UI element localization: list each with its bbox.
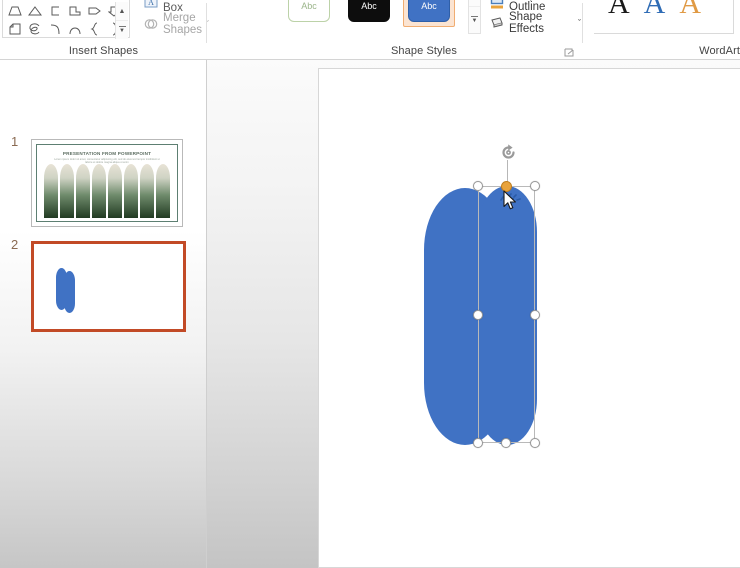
shape-style-thumb: Abc: [288, 0, 330, 22]
wordart-style-black[interactable]: A: [608, 0, 630, 19]
forest-arch: [76, 164, 90, 218]
arc-shape-icon[interactable]: [65, 21, 84, 38]
more-underline: [118, 26, 126, 27]
resize-handle-top-left[interactable]: [473, 181, 483, 191]
shape-effects-chevron-down-icon: ˇ: [578, 18, 581, 28]
text-box-button[interactable]: A Text Box: [140, 0, 207, 14]
more-caret-icon: ▼: [471, 17, 478, 24]
trapezoid-shape-icon[interactable]: [5, 3, 24, 20]
triangle-shape-icon[interactable]: [25, 3, 44, 20]
forest-arch: [124, 164, 138, 218]
shape-styles-gallery[interactable]: Abc Abc Abc: [283, 0, 465, 38]
merge-shapes-label: Merge Shapes: [163, 11, 203, 36]
shape-outline-icon: [489, 0, 505, 9]
slide-thumbnail-panel[interactable]: 1 PRESENTATION FROM POWERPOINT Lorem ips…: [0, 60, 207, 568]
forest-arch: [92, 164, 106, 218]
group-separator: [582, 3, 583, 43]
thumb-shape-right: [64, 271, 75, 313]
rotate-handle-icon[interactable]: [499, 143, 518, 162]
forest-arch: [60, 164, 74, 218]
svg-text:A: A: [148, 0, 154, 7]
scribble-shape-icon[interactable]: [25, 21, 44, 38]
shape-styles-scrollbar[interactable]: ▲ ▼: [468, 0, 481, 34]
slide-thumbnail-1[interactable]: PRESENTATION FROM POWERPOINT Lorem ipsum…: [31, 139, 183, 227]
resize-handle-top-right[interactable]: [530, 181, 540, 191]
rounded-pill-shape-right[interactable]: [477, 186, 537, 445]
shape-style-option-3-selected[interactable]: Abc: [403, 0, 455, 27]
resize-handle-middle-right[interactable]: [530, 310, 540, 320]
corner-bracket-shape-icon[interactable]: [45, 3, 64, 20]
ribbon-group-wordart: A A A WordArt: [584, 0, 740, 59]
ribbon-group-shape-styles: Abc Abc Abc ▲: [265, 0, 583, 59]
wordart-style-blue[interactable]: A: [644, 0, 666, 19]
slide-thumbnail-2-selected[interactable]: [31, 241, 186, 332]
resize-handle-bottom-center[interactable]: [501, 438, 511, 448]
forest-arch: [156, 164, 170, 218]
wordart-group-label: WordArt: [699, 45, 740, 57]
shape-effects-label: Shape Effects: [509, 11, 544, 35]
shapes-gallery[interactable]: ▲ ▼: [2, 0, 130, 39]
shape-styles-group-label: Shape Styles: [390, 45, 458, 57]
slide-number-1: 1: [11, 134, 19, 149]
shape-style-abc-label: Abc: [421, 1, 437, 11]
shape-adjustment-handle[interactable]: [501, 181, 512, 192]
shape-style-abc-label: Abc: [301, 1, 317, 11]
resize-handle-middle-left[interactable]: [473, 310, 483, 320]
shape-format-commands: Shape Outline ˇ Shape Effects ˇ: [487, 0, 583, 35]
slide-1-forest-image: [44, 164, 170, 218]
merge-shapes-button[interactable]: Merge Shapes ˇ: [140, 11, 212, 36]
folded-corner-shape-icon[interactable]: [5, 21, 24, 38]
resize-handle-bottom-right[interactable]: [530, 438, 540, 448]
shapes-gallery-more-button[interactable]: ▼: [116, 21, 128, 39]
wordart-gallery[interactable]: A A A: [594, 0, 734, 34]
text-box-icon: A: [143, 0, 159, 10]
shapes-gallery-row-1: [5, 2, 124, 20]
more-caret-icon: ▼: [119, 28, 125, 34]
group-separator: [206, 3, 207, 43]
shape-styles-dialog-launcher-icon[interactable]: [564, 46, 575, 57]
shape-style-option-1[interactable]: Abc: [283, 0, 335, 27]
shape-style-abc-label: Abc: [361, 1, 377, 11]
slide-number-2: 2: [11, 237, 19, 252]
more-underline: [471, 15, 478, 17]
left-brace-shape-icon[interactable]: [85, 21, 104, 38]
shape-style-option-2[interactable]: Abc: [343, 0, 395, 27]
ribbon-group-insert-shapes: ▲ ▼ A Text Box: [0, 0, 209, 59]
shape-outline-button[interactable]: Shape Outline ˇ: [487, 0, 583, 13]
resize-handle-bottom-left[interactable]: [473, 438, 483, 448]
shape-effects-icon: [489, 15, 505, 31]
insert-shapes-group-label: Insert Shapes: [68, 45, 139, 57]
shapes-gallery-row-2: [5, 20, 124, 38]
shape-effects-button[interactable]: Shape Effects ˇ: [487, 11, 583, 35]
slide-1-preview: PRESENTATION FROM POWERPOINT Lorem ipsum…: [36, 144, 178, 222]
slide-1-title-text: PRESENTATION FROM POWERPOINT: [62, 150, 152, 157]
step-arrow-shape-icon[interactable]: [65, 3, 84, 20]
shape-style-thumb: Abc: [348, 0, 390, 22]
forest-arch: [44, 164, 58, 218]
shape-outline-chevron-down-icon: ˇ: [578, 0, 581, 6]
forest-arch: [108, 164, 122, 218]
elbow-curve-shape-icon[interactable]: [45, 21, 64, 38]
ribbon: ▲ ▼ A Text Box: [0, 0, 740, 60]
shapes-gallery-scroll-up-button[interactable]: ▲: [116, 2, 128, 21]
powerpoint-window: ▲ ▼ A Text Box: [0, 0, 740, 568]
shapes-gallery-scrollbar[interactable]: ▲ ▼: [115, 2, 128, 39]
merge-shapes-icon: [143, 16, 159, 32]
pentagon-arrow-shape-icon[interactable]: [85, 3, 104, 20]
forest-arch: [140, 164, 154, 218]
shape-styles-more-button[interactable]: ▼: [469, 7, 480, 34]
shape-style-thumb: Abc: [408, 0, 450, 22]
forest-arch-row: [44, 164, 170, 218]
wordart-style-gold[interactable]: A: [679, 0, 701, 19]
